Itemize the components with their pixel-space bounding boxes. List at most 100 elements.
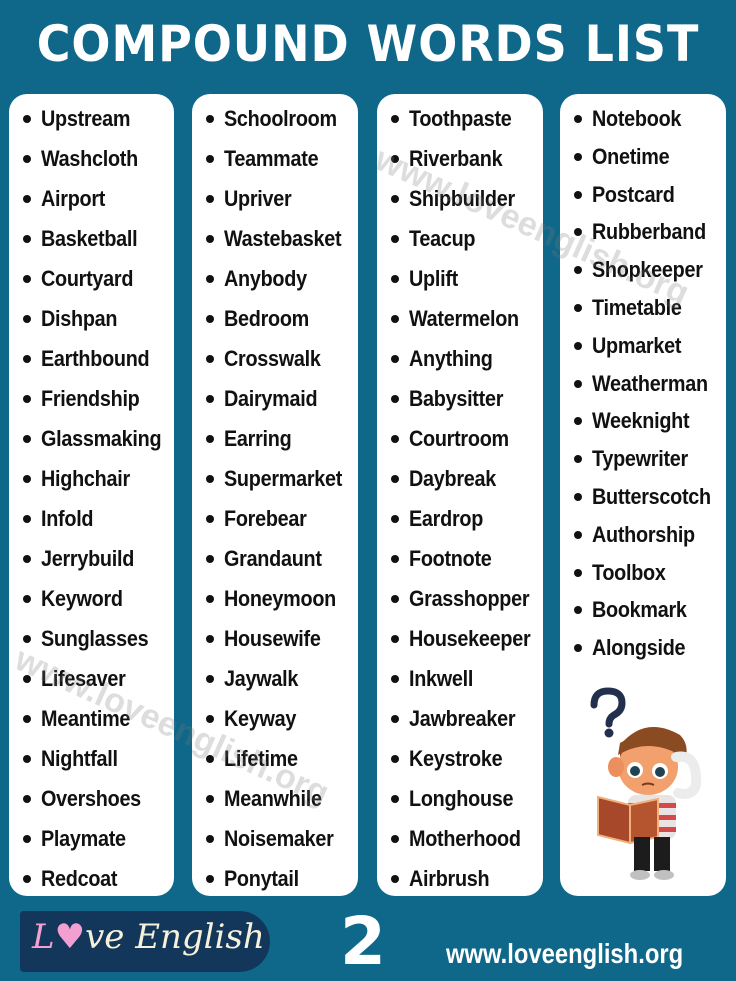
bullet-icon	[574, 303, 582, 312]
word-text: Footnote	[409, 546, 492, 571]
word-text: Onetime	[592, 143, 670, 169]
bullet-icon	[206, 675, 214, 683]
word-text: Watermelon	[409, 306, 519, 331]
bullet-icon	[206, 395, 214, 403]
bullet-icon	[206, 715, 214, 723]
word-list-item: Motherhood	[391, 824, 543, 864]
word-text: Jaywalk	[224, 666, 299, 691]
word-text: Airport	[41, 186, 106, 211]
word-list-item: Timetable	[574, 293, 724, 331]
bullet-icon	[206, 435, 214, 443]
bullet-icon	[391, 275, 399, 283]
word-list-item: Bedroom	[206, 304, 355, 344]
bullet-icon	[206, 835, 214, 843]
word-text: Shipbuilder	[409, 186, 515, 211]
bullet-icon	[23, 715, 31, 723]
bullet-icon	[391, 795, 399, 803]
word-text: Nightfall	[41, 746, 118, 771]
word-list-item: Nightfall	[23, 744, 174, 784]
word-text: Longhouse	[409, 786, 514, 811]
bullet-icon	[23, 475, 31, 483]
word-text: Overshoes	[41, 786, 141, 811]
word-list-item: Sunglasses	[23, 624, 174, 664]
word-text: Typewriter	[592, 446, 688, 472]
page-title: COMPOUND WORDS LIST	[36, 15, 700, 73]
bullet-icon	[574, 190, 582, 199]
bullet-icon	[23, 315, 31, 323]
bullet-icon	[23, 235, 31, 243]
word-list-item: Highchair	[23, 464, 174, 504]
bullet-icon	[574, 568, 582, 577]
word-text: Washcloth	[41, 146, 138, 171]
word-text: Honeymoon	[224, 586, 336, 611]
word-text: Jawbreaker	[409, 706, 516, 731]
word-list-item: Earthbound	[23, 344, 174, 384]
word-list-item: Housewife	[206, 624, 355, 664]
bullet-icon	[391, 875, 399, 883]
word-text: Supermarket	[224, 466, 343, 491]
word-text: Babysitter	[409, 386, 504, 411]
word-list-item: Redcoat	[23, 864, 174, 896]
word-text: Dairymaid	[224, 386, 318, 411]
word-list-item: Courtyard	[23, 264, 174, 304]
word-list-item: Jawbreaker	[391, 704, 543, 744]
word-list-item: Wastebasket	[206, 224, 355, 264]
word-text: Butterscotch	[592, 483, 711, 509]
word-text: Keyword	[41, 586, 123, 611]
word-list-item: Inkwell	[391, 664, 543, 704]
bullet-icon	[574, 417, 582, 426]
word-list-item: Noisemaker	[206, 824, 355, 864]
word-list-item: Keyword	[23, 584, 174, 624]
word-text: Earthbound	[41, 346, 150, 371]
word-text: Crosswalk	[224, 346, 321, 371]
word-list-item: Honeymoon	[206, 584, 355, 624]
bullet-icon	[23, 515, 31, 523]
word-list-item: Toolbox	[574, 558, 724, 596]
word-list-item: Housekeeper	[391, 624, 543, 664]
word-text: Bookmark	[592, 597, 687, 623]
word-list-item: Crosswalk	[206, 344, 355, 384]
word-text: Lifetime	[224, 746, 298, 771]
bullet-icon	[574, 455, 582, 464]
word-list-item: Shipbuilder	[391, 184, 543, 224]
bullet-icon	[391, 155, 399, 163]
word-list-item: Postcard	[574, 180, 724, 218]
word-text: Riverbank	[409, 146, 503, 171]
bullet-icon	[206, 155, 214, 163]
bullet-icon	[23, 195, 31, 203]
bullet-icon	[391, 115, 399, 123]
bullet-icon	[23, 755, 31, 763]
word-text: Airbrush	[409, 866, 490, 891]
word-text: Friendship	[41, 386, 140, 411]
bullet-icon	[391, 515, 399, 523]
word-list-item: Forebear	[206, 504, 355, 544]
bullet-icon	[391, 355, 399, 363]
website-url[interactable]: www.loveenglish.org	[446, 938, 683, 970]
confused-boy-illustration	[590, 687, 702, 880]
bullet-icon	[206, 275, 214, 283]
word-text: Upstream	[41, 106, 131, 131]
bullet-icon	[206, 235, 214, 243]
logo-letter-l: L	[32, 917, 55, 957]
word-text: Grandaunt	[224, 546, 322, 571]
love-english-logo[interactable]: L♥ve English	[20, 911, 270, 972]
word-list-item: Babysitter	[391, 384, 543, 424]
bullet-icon	[23, 355, 31, 363]
bullet-icon	[391, 755, 399, 763]
bullet-icon	[23, 795, 31, 803]
word-list-item: Anything	[391, 344, 543, 384]
bullet-icon	[391, 475, 399, 483]
word-column-3: Toothpaste Riverbank Shipbuilder Teacup Upli…	[377, 94, 543, 896]
word-list-item: Keyway	[206, 704, 355, 744]
bullet-icon	[206, 875, 214, 883]
word-text: Authorship	[592, 521, 695, 547]
word-text: Alongside	[592, 635, 686, 661]
word-list-item: Friendship	[23, 384, 174, 424]
word-list-item: Typewriter	[574, 444, 724, 482]
word-text: Bedroom	[224, 306, 310, 331]
bullet-icon	[206, 635, 214, 643]
bullet-icon	[574, 492, 582, 501]
bullet-icon	[574, 115, 582, 123]
heart-icon: ♥	[54, 917, 86, 957]
word-list-item: Washcloth	[23, 144, 174, 184]
